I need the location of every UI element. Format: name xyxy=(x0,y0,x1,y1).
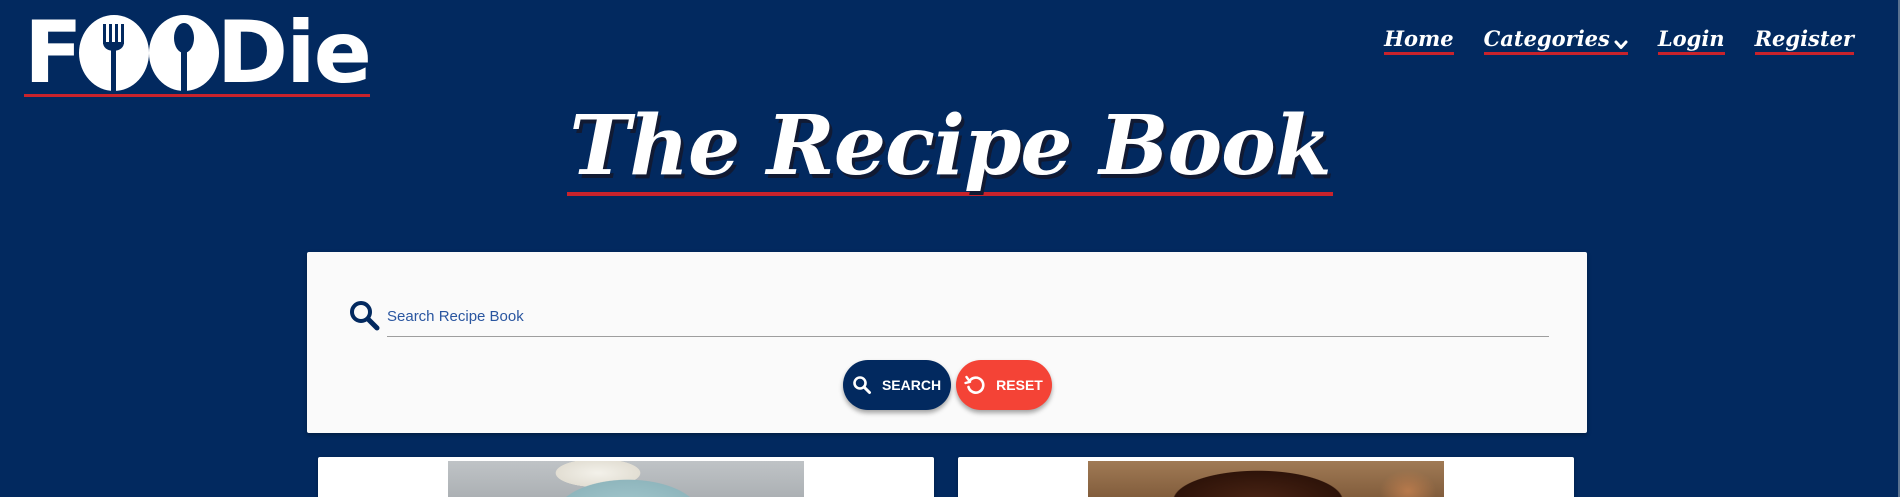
nav-register[interactable]: Register xyxy=(1754,26,1854,55)
logo-wordmark: F Die xyxy=(24,3,372,103)
reset-button-label: RESET xyxy=(996,377,1043,393)
recipe-card[interactable] xyxy=(958,457,1574,497)
recipe-card[interactable] xyxy=(318,457,934,497)
search-button-icon xyxy=(852,375,872,395)
search-input[interactable] xyxy=(387,298,1549,337)
logo-letters-die: Die xyxy=(216,3,372,103)
logo-letter-f: F xyxy=(24,3,83,103)
search-button[interactable]: SEARCH xyxy=(842,360,951,410)
reset-icon xyxy=(964,374,986,396)
chevron-down-icon xyxy=(1614,32,1628,49)
nav-categories[interactable]: Categories xyxy=(1483,26,1628,55)
page-title: The Recipe Book xyxy=(567,98,1333,196)
search-button-label: SEARCH xyxy=(881,377,942,393)
search-buttons: SEARCH RESET xyxy=(307,360,1587,410)
recipe-image xyxy=(448,461,804,497)
nav-login[interactable]: Login xyxy=(1657,26,1725,55)
foodie-logo[interactable]: F Die xyxy=(24,3,372,103)
recipe-image xyxy=(1088,461,1444,497)
search-icon xyxy=(349,300,381,332)
page: F Die Home Categories Login Register The… xyxy=(0,0,1900,497)
fork-icon xyxy=(78,14,149,92)
title-container: The Recipe Book xyxy=(0,100,1900,196)
search-row xyxy=(349,298,1549,342)
nav-categories-label: Categories xyxy=(1483,26,1610,51)
spoon-icon xyxy=(148,14,219,92)
search-card: SEARCH RESET xyxy=(307,252,1587,433)
reset-button[interactable]: RESET xyxy=(955,360,1052,410)
nav-home[interactable]: Home xyxy=(1384,26,1454,55)
main-nav: Home Categories Login Register xyxy=(1384,26,1854,55)
